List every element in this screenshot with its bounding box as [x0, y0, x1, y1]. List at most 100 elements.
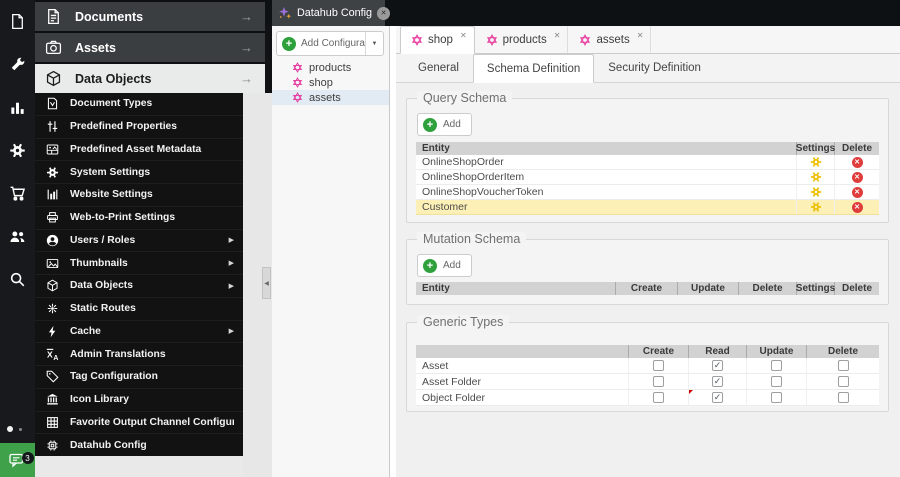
graphql-icon	[411, 34, 423, 46]
delete-checkbox[interactable]	[837, 392, 849, 403]
close-icon[interactable]: ✕	[460, 31, 467, 40]
sidebar-tools-button[interactable]	[0, 43, 35, 86]
settings-gear-icon[interactable]	[810, 201, 822, 213]
settings-gear-icon[interactable]	[810, 156, 822, 168]
menu-item-label: Predefined Asset Metadata	[70, 143, 202, 155]
create-checkbox[interactable]	[653, 392, 664, 403]
close-icon[interactable]: ✕	[377, 6, 391, 20]
table-row[interactable]: Asset ✓	[416, 358, 879, 374]
config-item-products[interactable]: products	[272, 60, 389, 75]
sidebar-users-button[interactable]	[0, 215, 35, 258]
menu-item-cache[interactable]: Cache ▶	[35, 321, 243, 344]
menu-item-web-to-print-settings[interactable]: Web-to-Print Settings	[35, 207, 243, 230]
tab-datahub-config[interactable]: Datahub Config ✕	[272, 0, 391, 26]
close-icon[interactable]: ✕	[637, 31, 644, 40]
menu-item-label: Users / Roles	[70, 234, 136, 246]
create-checkbox[interactable]	[653, 360, 664, 371]
table-row[interactable]: OnlineShopOrder ✕	[416, 155, 879, 170]
menu-item-datahub-config[interactable]: Datahub Config	[35, 434, 243, 456]
config-item-label: assets	[309, 91, 341, 104]
tab-schema-definition[interactable]: Schema Definition	[472, 54, 595, 83]
tab-label: products	[502, 33, 547, 46]
editor-panel: shop ✕ products ✕ assets ✕ General Schema Defi…	[396, 26, 900, 477]
mutation-add-button[interactable]: + Add	[417, 254, 472, 277]
menu-item-users-roles[interactable]: Users / Roles ▶	[35, 230, 243, 253]
schema-definition-content: Query Schema + Add Entity Settings Delet…	[396, 83, 900, 477]
settings-gear-icon[interactable]	[810, 186, 822, 198]
svg-text:X: X	[47, 349, 53, 359]
table-row[interactable]: Object Folder ✓	[416, 390, 879, 406]
menu-item-static-routes[interactable]: Static Routes	[35, 298, 243, 321]
menu-item-admin-translations[interactable]: X A Admin Translations	[35, 343, 243, 366]
sidebar-reports-button[interactable]	[0, 86, 35, 129]
create-checkbox[interactable]	[653, 376, 664, 387]
chevron-right-icon: ▶	[228, 282, 234, 290]
menu-item-label: Cache	[70, 325, 101, 337]
tab-general[interactable]: General	[404, 54, 473, 82]
delete-cell: ✕	[835, 200, 879, 214]
close-icon[interactable]: ✕	[554, 31, 561, 40]
sidebar-search-button[interactable]	[0, 258, 35, 301]
editor-tab-assets[interactable]: assets ✕	[568, 26, 652, 53]
delete-checkbox[interactable]	[837, 360, 849, 371]
editor-tab-shop[interactable]: shop ✕	[400, 26, 475, 54]
table-row[interactable]: Customer ✕	[416, 200, 879, 215]
update-checkbox[interactable]	[771, 376, 782, 387]
menu-item-predefined-asset-metadata[interactable]: Predefined Asset Metadata	[35, 139, 243, 162]
query-add-button[interactable]: + Add	[417, 113, 472, 136]
update-checkbox[interactable]	[771, 392, 782, 403]
definition-tab-bar: General Schema Definition Security Definit…	[396, 54, 900, 83]
collapse-handle[interactable]: ◀	[262, 267, 271, 299]
tab-label: Security Definition	[608, 62, 701, 74]
delete-icon[interactable]: ✕	[851, 156, 863, 168]
sidebar-documents-button[interactable]	[0, 0, 35, 43]
delete-checkbox[interactable]	[837, 376, 849, 387]
tab-security-definition[interactable]: Security Definition	[594, 54, 715, 82]
chevron-down-icon[interactable]: ▼	[366, 41, 383, 47]
table-row[interactable]: OnlineShopVoucherToken ✕	[416, 185, 879, 200]
menu-item-thumbnails[interactable]: Thumbnails ▶	[35, 252, 243, 275]
settings-gear-icon[interactable]	[810, 171, 822, 183]
menu-item-document-types[interactable]: Document Types	[35, 93, 243, 116]
table-row[interactable]: Asset Folder ✓	[416, 374, 879, 390]
generic-types-table: Create Read Update Delete Asset ✓ Asset Fold…	[416, 345, 879, 406]
menu-item-system-settings[interactable]: System Settings	[35, 161, 243, 184]
editor-tab-products[interactable]: products ✕	[475, 26, 569, 53]
menu-item-tag-configuration[interactable]: Tag Configuration	[35, 366, 243, 389]
table-row[interactable]: OnlineShopOrderItem ✕	[416, 170, 879, 185]
delete-cell	[807, 390, 879, 405]
config-item-assets[interactable]: assets	[272, 90, 389, 105]
read-checkbox[interactable]: ✓	[712, 360, 723, 371]
delete-icon[interactable]: ✕	[851, 201, 863, 213]
menu-header-documents[interactable]: Documents →	[35, 2, 265, 31]
delete-cell	[807, 374, 879, 389]
menu-item-label: Static Routes	[70, 303, 136, 315]
read-checkbox[interactable]: ✓	[712, 392, 723, 403]
menu-item-data-objects[interactable]: Data Objects ▶	[35, 275, 243, 298]
tools-icon	[9, 56, 26, 73]
update-cell	[747, 374, 807, 389]
update-checkbox[interactable]	[771, 360, 782, 371]
menu-item-favorite-output-channel-configurations[interactable]: Favorite Output Channel Configurations	[35, 412, 243, 435]
search-icon	[9, 271, 26, 288]
read-checkbox[interactable]: ✓	[712, 376, 723, 387]
menu-header-data-objects[interactable]: Data Objects →	[35, 64, 265, 93]
menu-item-label: Web-to-Print Settings	[70, 212, 176, 224]
delete-icon[interactable]: ✕	[851, 186, 863, 198]
delete-icon[interactable]: ✕	[851, 171, 863, 183]
menu-item-icon-library[interactable]: Icon Library	[35, 389, 243, 412]
sidebar-settings-button[interactable]	[0, 129, 35, 172]
update-cell	[747, 390, 807, 405]
panel-splitter[interactable]: ◀	[243, 93, 272, 477]
menu-header-assets[interactable]: Assets →	[35, 33, 265, 62]
chat-button[interactable]: 3	[0, 443, 35, 477]
sidebar-ecommerce-button[interactable]	[0, 172, 35, 215]
editor-tab-bar: shop ✕ products ✕ assets ✕	[396, 26, 900, 54]
menu-item-predefined-properties[interactable]: Predefined Properties	[35, 116, 243, 139]
config-item-shop[interactable]: shop	[272, 75, 389, 90]
ucircle-icon	[46, 234, 59, 247]
add-configuration-button[interactable]: + Add Configuration ▼	[276, 31, 384, 56]
menu-item-label: Icon Library	[70, 394, 129, 406]
bank-icon	[46, 393, 59, 406]
menu-item-website-settings[interactable]: Website Settings	[35, 184, 243, 207]
